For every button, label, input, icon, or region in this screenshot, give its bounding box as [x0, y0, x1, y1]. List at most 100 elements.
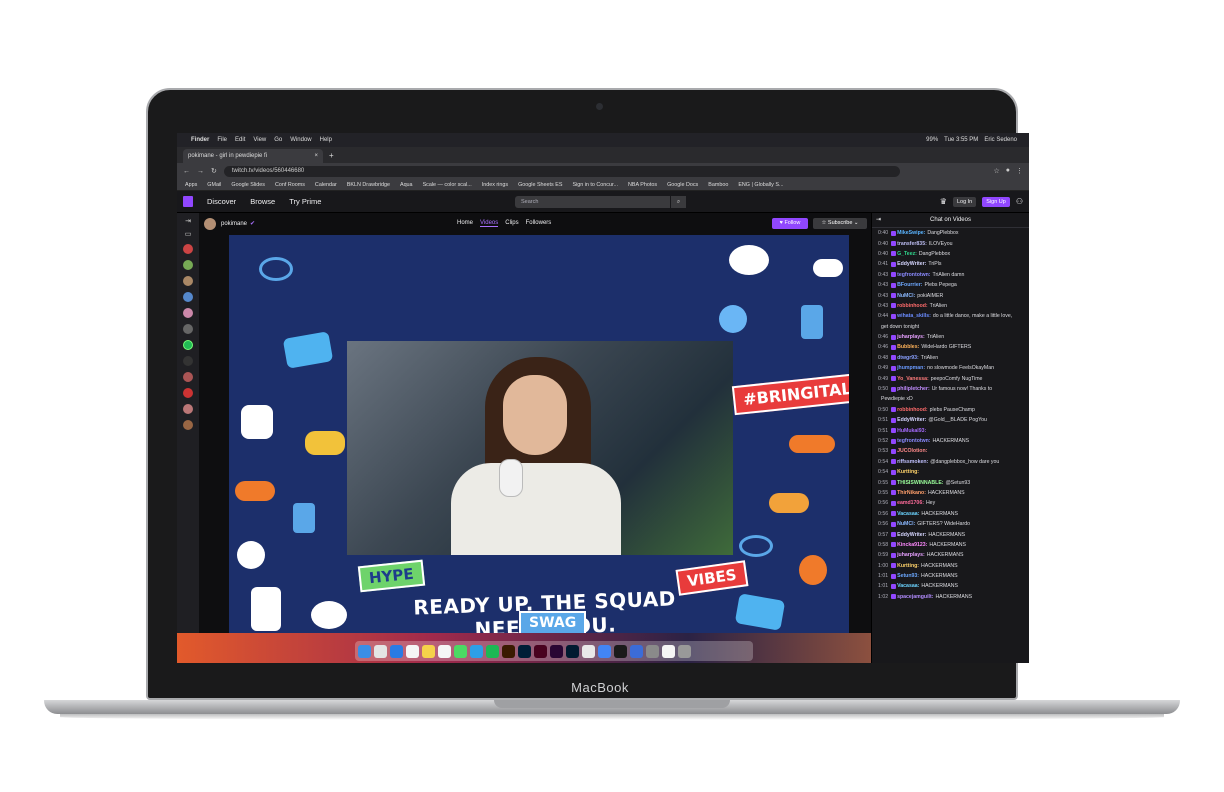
tab-videos[interactable]: Videos [480, 220, 499, 227]
channel-avatar[interactable] [183, 388, 193, 398]
bookmark[interactable]: NBA Photos [628, 182, 657, 188]
new-tab-button[interactable]: + [329, 151, 334, 160]
nav-discover[interactable]: Discover [207, 197, 236, 206]
tab-clips[interactable]: Clips [505, 220, 518, 227]
tab-followers[interactable]: Followers [526, 220, 552, 227]
chrome-icon[interactable] [598, 644, 611, 658]
messages-icon[interactable] [454, 644, 467, 658]
back-icon[interactable]: ← [183, 168, 190, 175]
star-icon[interactable]: ☆ [993, 167, 999, 175]
chat-username[interactable]: EddyWriter: [897, 417, 926, 423]
channel-avatar[interactable] [183, 372, 193, 382]
notes-icon[interactable] [422, 644, 435, 658]
chat-username[interactable]: Vacasaa: [897, 583, 919, 589]
bookmark[interactable]: ENG | Globally S... [738, 182, 783, 188]
premiere-icon[interactable] [550, 644, 563, 658]
chat-username[interactable]: NuMCl: [897, 521, 915, 527]
bookmark[interactable]: GMail [207, 182, 221, 188]
bookmark[interactable]: Google Docs [667, 182, 698, 188]
system-preferences-icon[interactable] [646, 644, 659, 658]
trash-icon[interactable] [678, 644, 691, 658]
chat-username[interactable]: Vacasaa: [897, 511, 919, 517]
photoshop-icon[interactable] [518, 644, 531, 658]
channel-avatar[interactable] [183, 308, 193, 318]
chat-username[interactable]: wihata_skills: [897, 313, 931, 319]
chat-username[interactable]: G_Teez: [897, 251, 917, 257]
chat-list[interactable]: 0:40 MikeSwipe: DangPlebbox 0:40 transfer835… [872, 228, 1029, 602]
chat-username[interactable]: tegfrontotwn: [897, 272, 930, 278]
channel-avatar[interactable] [183, 260, 193, 270]
close-icon[interactable]: × [314, 153, 318, 159]
slack-icon[interactable] [582, 644, 595, 658]
chat-username[interactable]: transfer835: [897, 241, 927, 247]
menu-go[interactable]: Go [274, 137, 282, 143]
channel-avatar[interactable] [183, 356, 193, 366]
menu-window[interactable]: Window [290, 137, 311, 143]
photos-icon[interactable] [470, 644, 483, 658]
indesign-icon[interactable] [534, 644, 547, 658]
expand-icon[interactable]: ⇥ [177, 217, 199, 225]
bookmark[interactable]: Apps [185, 182, 197, 188]
tab-home[interactable]: Home [457, 220, 473, 227]
safari-icon[interactable] [390, 644, 403, 658]
chat-username[interactable]: EddyWriter: [897, 532, 926, 538]
chat-username[interactable]: riffssmoken: [897, 459, 928, 465]
chat-username[interactable]: spacejamguilt: [897, 594, 933, 600]
chat-username[interactable]: Yo_Vanessa: [897, 376, 929, 382]
nav-try-prime[interactable]: Try Prime [289, 197, 321, 206]
channel-avatar[interactable] [183, 404, 193, 414]
chat-username[interactable]: NuMCl: [897, 293, 915, 299]
chat-username[interactable]: philipletcher: [897, 386, 930, 392]
calendar-icon[interactable] [406, 644, 419, 658]
chat-username[interactable]: Bubbles: [897, 344, 919, 350]
more-icon[interactable]: ⋮ [1016, 167, 1023, 175]
menu-edit[interactable]: Edit [235, 137, 245, 143]
bookmark[interactable]: Scale — color scal... [423, 182, 472, 188]
address-bar[interactable]: twitch.tv/videos/560446680 [223, 165, 900, 177]
video-player[interactable]: #BRINGITALL HYPE VIBES READY UP. THE SQU… [229, 235, 849, 645]
subscribe-button[interactable]: ☆ Subscribe ⌄ [813, 218, 867, 229]
chat-username[interactable]: ThirNikano: [897, 490, 926, 496]
chat-username[interactable]: Kurtting: [897, 563, 919, 569]
chat-username[interactable]: robbinhood: [897, 407, 928, 413]
follow-button[interactable]: ♥ Follow [772, 218, 808, 229]
bookmark[interactable]: Google Slides [231, 182, 265, 188]
chat-username[interactable]: tegfrontotwn: [897, 438, 930, 444]
bookmark[interactable]: BKLN Drawbridge [347, 182, 390, 188]
login-button[interactable]: Log In [952, 196, 977, 207]
clock[interactable]: Tue 3:55 PM [944, 137, 978, 143]
browser-tab[interactable]: pokimane - girl in pewdiepie fi × [183, 149, 323, 163]
menu-finder[interactable]: Finder [191, 137, 209, 143]
chat-username[interactable]: HuMukal93: [897, 428, 926, 434]
channel-avatar[interactable] [183, 244, 193, 254]
search-icon[interactable]: ⌕ [670, 196, 686, 208]
reload-icon[interactable]: ↻ [211, 167, 217, 175]
spotify-icon[interactable] [486, 644, 499, 658]
chat-username[interactable]: jhumpman: [897, 365, 925, 371]
chat-username[interactable]: JUCOlotion: [897, 448, 927, 454]
app-store-icon[interactable] [630, 644, 643, 658]
avatar[interactable] [204, 217, 216, 230]
bookmark[interactable]: Calendar [315, 182, 337, 188]
chat-username[interactable]: Kincka9123: [897, 542, 927, 548]
user-icon[interactable]: ⚇ [1016, 197, 1023, 206]
crown-icon[interactable]: ♛ [940, 197, 947, 206]
chat-username[interactable]: Setun93: [897, 573, 919, 579]
channel-avatar[interactable] [183, 324, 193, 334]
bookmark[interactable]: Aqua [400, 182, 413, 188]
channel-name[interactable]: pokimane [221, 221, 247, 227]
chat-username[interactable]: juharplays: [897, 552, 925, 558]
launchpad-icon[interactable] [374, 644, 387, 658]
channel-avatar[interactable] [183, 340, 193, 350]
finder-icon[interactable] [358, 644, 371, 658]
terminal-icon[interactable] [614, 644, 627, 658]
reminders-icon[interactable] [438, 644, 451, 658]
chat-username[interactable]: eamd1706: [897, 500, 924, 506]
preview-icon[interactable] [662, 644, 675, 658]
chat-username[interactable]: BFourrier: [897, 282, 922, 288]
channel-avatar[interactable] [183, 292, 193, 302]
lightroom-icon[interactable] [566, 644, 579, 658]
chat-username[interactable]: MikeSwipe: [897, 230, 925, 236]
user-name[interactable]: Eric Sedeno [984, 137, 1017, 143]
chat-username[interactable]: robbinhood: [897, 303, 928, 309]
